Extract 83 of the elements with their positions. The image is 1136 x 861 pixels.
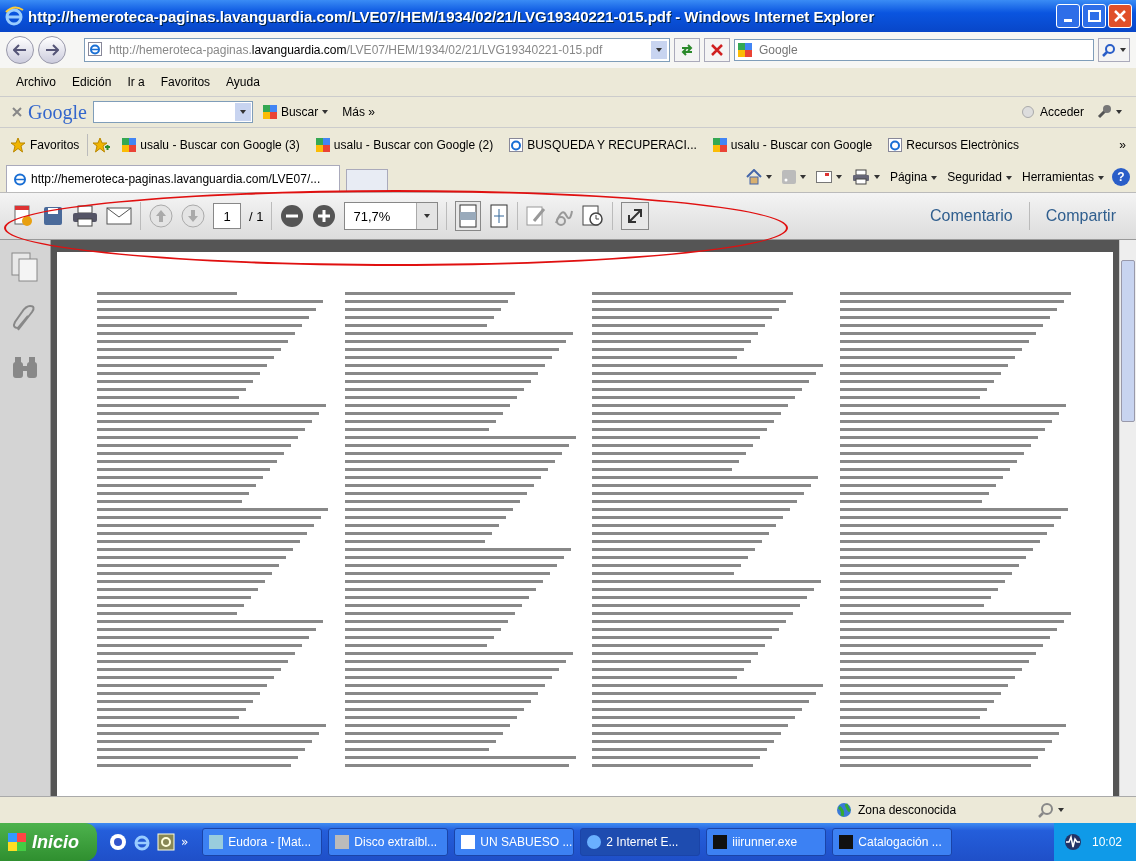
address-field[interactable]: http://hemeroteca-paginas.lavanguardia.com/LVE07/HEM/1934/02/21/LVG19340221-015.pdf — [84, 38, 670, 62]
close-icon — [1114, 10, 1126, 22]
email-icon[interactable] — [106, 206, 132, 226]
feed-icon[interactable] — [779, 170, 808, 184]
close-icon[interactable] — [12, 107, 22, 117]
fit-page-icon[interactable] — [455, 201, 482, 231]
mail-icon[interactable] — [813, 171, 844, 183]
search-field[interactable]: Google — [734, 39, 1094, 61]
more-button[interactable]: » — [181, 835, 189, 849]
sign-in-button[interactable]: Acceder — [1017, 103, 1088, 121]
clock: 10:02 — [1091, 835, 1122, 849]
back-arrow-icon — [13, 44, 27, 56]
favorite-link[interactable]: BUSQUEDA Y RECUPERACI... — [505, 136, 701, 154]
favorite-link[interactable]: usalu - Buscar con Google — [708, 136, 877, 154]
save-icon[interactable] — [42, 205, 64, 227]
taskbar-button[interactable]: UN SABUESO ... — [454, 828, 575, 856]
ie-logo-icon — [4, 6, 24, 26]
add-favorite-icon[interactable] — [92, 137, 111, 153]
comment-button[interactable]: Comentario — [922, 207, 1021, 225]
zoom-in-icon[interactable] — [312, 204, 337, 228]
globe-icon — [836, 802, 852, 818]
close-button[interactable] — [1108, 4, 1132, 28]
quick-launch-icon[interactable] — [109, 833, 127, 851]
tray-icon[interactable] — [1063, 833, 1082, 851]
search-icon — [1102, 43, 1116, 57]
page-total: / 1 — [249, 208, 264, 224]
taskbar-button[interactable]: Catalogación ... — [832, 828, 953, 856]
create-pdf-icon[interactable] — [12, 204, 34, 228]
menu-item[interactable]: Ir a — [127, 75, 145, 89]
command-menu[interactable]: Seguridad — [945, 170, 1014, 184]
forward-button[interactable] — [38, 36, 66, 64]
minimize-button[interactable] — [1056, 4, 1080, 28]
refresh-icon — [680, 43, 694, 57]
taskbar-button[interactable]: iiirunner.exe — [706, 828, 827, 856]
page-icon — [888, 138, 903, 152]
taskbar-button[interactable]: Disco extraíbl... — [328, 828, 449, 856]
binoculars-icon[interactable] — [11, 356, 39, 380]
new-tab-button[interactable] — [346, 169, 388, 192]
search-button[interactable] — [1098, 38, 1130, 62]
zoom-level-icon[interactable] — [1036, 802, 1066, 818]
clock-page-icon[interactable] — [582, 205, 605, 227]
page-icon — [509, 138, 524, 152]
scrollbar[interactable] — [1119, 240, 1136, 796]
search-field[interactable] — [92, 101, 253, 123]
back-button[interactable] — [6, 36, 34, 64]
command-menu[interactable]: Página — [887, 170, 940, 184]
star-icon — [10, 137, 26, 153]
menu-item[interactable]: Edición — [72, 75, 112, 89]
browser-icon — [13, 172, 27, 186]
zoom-dropdown[interactable]: 71,7% — [344, 202, 439, 230]
print-icon[interactable] — [72, 205, 98, 227]
favorite-link[interactable]: usalu - Buscar con Google (2) — [311, 136, 498, 154]
restore-button[interactable] — [1082, 4, 1106, 28]
search-button[interactable]: Buscar — [258, 103, 333, 121]
stop-icon — [711, 44, 723, 56]
more-button[interactable]: » — [1115, 136, 1130, 154]
window-title: http://hemeroteca-paginas.lavanguardia.com/LVE07/HEM/1934/02/21/LVG19340221-015.pdf - Windows Internet Explorer — [28, 7, 876, 25]
stop-button[interactable] — [704, 38, 730, 62]
favorites-button[interactable]: Favoritos — [6, 135, 84, 155]
menu-item[interactable]: Archivo — [16, 75, 56, 89]
google-logo: Google — [28, 100, 87, 124]
browser-tab[interactable]: http://hemeroteca-paginas.lavanguardia.com/LVE07/... — [6, 165, 340, 192]
favorite-link[interactable]: Recursos Electrònics — [884, 136, 1023, 154]
more-button[interactable]: Más » — [338, 103, 379, 121]
fit-width-icon[interactable] — [489, 204, 510, 228]
quick-launch-icon[interactable] — [157, 833, 175, 851]
zoom-out-icon[interactable] — [280, 204, 305, 228]
menu-item[interactable]: Ayuda — [226, 75, 260, 89]
pencil-page-icon[interactable] — [526, 205, 547, 227]
share-button[interactable]: Compartir — [1037, 207, 1124, 225]
taskbar-button[interactable]: Eudora - [Mat... — [202, 828, 323, 856]
security-zone: Zona desconocida — [836, 802, 1016, 818]
forward-arrow-icon — [45, 44, 59, 56]
taskbar-button[interactable]: 2 Internet E... — [580, 828, 701, 856]
page-icon — [88, 42, 102, 56]
favorite-link[interactable]: usalu - Buscar con Google (3) — [118, 136, 304, 154]
expand-icon[interactable] — [621, 202, 650, 230]
browser-icon[interactable] — [133, 833, 151, 851]
menu-item[interactable]: Favoritos — [160, 75, 211, 89]
help-button[interactable]: ? — [1112, 168, 1130, 186]
command-menu[interactable]: Herramientas — [1019, 170, 1106, 184]
refresh-button[interactable] — [674, 38, 700, 62]
page-number-field[interactable]: 1 — [213, 203, 241, 229]
